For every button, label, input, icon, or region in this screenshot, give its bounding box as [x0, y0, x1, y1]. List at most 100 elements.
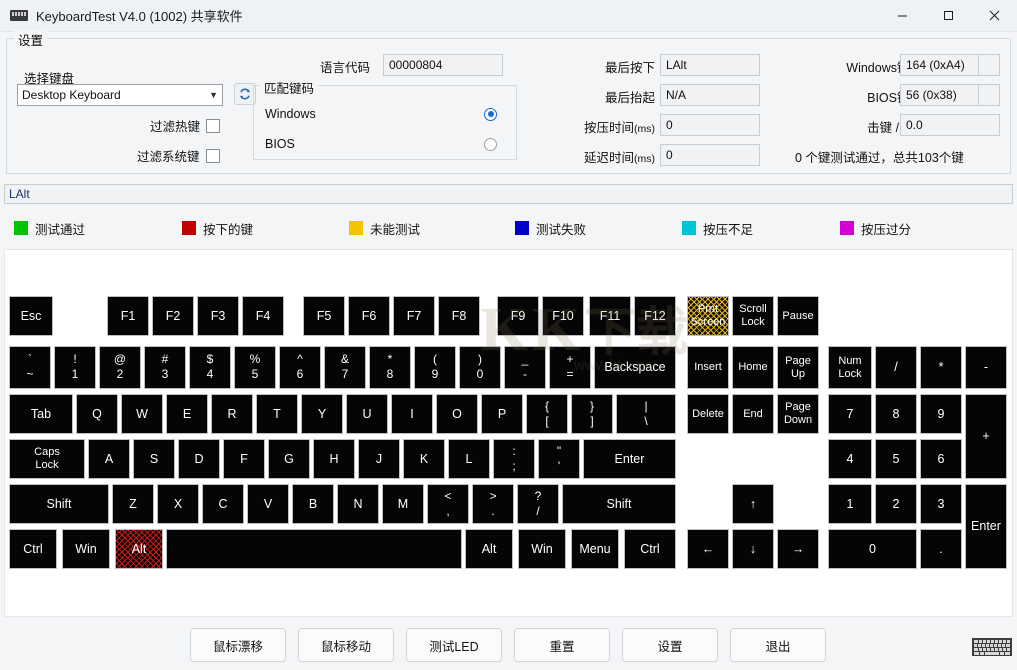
key-backspace[interactable]: Backspace [594, 346, 676, 389]
key-7[interactable]: 7 [828, 394, 872, 434]
key-8[interactable]: *8 [369, 346, 411, 389]
key-o[interactable]: O [436, 394, 478, 434]
filter-systemkeys-row[interactable]: 过滤系统键 [137, 146, 220, 165]
key-win[interactable]: Win [518, 529, 566, 569]
lang-code-field[interactable]: 00000804 [383, 54, 503, 76]
bios-keycode-field[interactable]: 56 (0x38) [900, 84, 982, 106]
key-7[interactable]: &7 [324, 346, 366, 389]
minimize-icon[interactable] [879, 0, 925, 32]
key-r[interactable]: R [211, 394, 253, 434]
key-3[interactable]: #3 [144, 346, 186, 389]
key-scroll-lock[interactable]: Scroll Lock [732, 296, 774, 336]
last-down-field[interactable]: LAlt [660, 54, 760, 76]
key-e[interactable]: E [166, 394, 208, 434]
key-key[interactable]: `~ [9, 346, 51, 389]
windows-keycode-extra-field[interactable] [978, 54, 1000, 76]
key-page-up[interactable]: Page Up [777, 346, 819, 389]
key-4[interactable]: $4 [189, 346, 231, 389]
bios-keycode-extra-field[interactable] [978, 84, 1000, 106]
key-key[interactable]: + [965, 394, 1007, 479]
close-icon[interactable] [971, 0, 1017, 32]
key-m[interactable]: M [382, 484, 424, 524]
filter-hotkeys-row[interactable]: 过滤热键 [150, 116, 220, 135]
windows-keycode-field[interactable]: 164 (0xA4) [900, 54, 982, 76]
bottom-button-4[interactable]: 重置 [514, 628, 610, 662]
key-j[interactable]: J [358, 439, 400, 479]
key-u[interactable]: U [346, 394, 388, 434]
key-key[interactable]: ↑ [732, 484, 774, 524]
key-key[interactable]: <, [427, 484, 469, 524]
key--[interactable]: _- [504, 346, 546, 389]
key-enter[interactable]: Enter [965, 484, 1007, 569]
keystrokes-field[interactable]: 0.0 [900, 114, 1000, 136]
key-alt[interactable]: Alt [115, 529, 163, 569]
key-insert[interactable]: Insert [687, 346, 729, 389]
key-f10[interactable]: F10 [542, 296, 584, 336]
key-f9[interactable]: F9 [497, 296, 539, 336]
key-page-down[interactable]: Page Down [777, 394, 819, 434]
key-tab[interactable]: Tab [9, 394, 73, 434]
key-prnt-screen[interactable]: Prnt Screen [687, 296, 729, 336]
key-key[interactable]: ↓ [732, 529, 774, 569]
key-f12[interactable]: F12 [634, 296, 676, 336]
key-f11[interactable]: F11 [589, 296, 631, 336]
key-9[interactable]: 9 [920, 394, 962, 434]
key-1[interactable]: 1 [828, 484, 872, 524]
key-b[interactable]: B [292, 484, 334, 524]
key-d[interactable]: D [178, 439, 220, 479]
key-key[interactable]: :; [493, 439, 535, 479]
key-key[interactable]: * [920, 346, 962, 389]
last-up-field[interactable]: N/A [660, 84, 760, 106]
key-caps-lock[interactable]: Caps Lock [9, 439, 85, 479]
key-l[interactable]: L [448, 439, 490, 479]
key-2[interactable]: @2 [99, 346, 141, 389]
key-6[interactable]: 6 [920, 439, 962, 479]
key-delete[interactable]: Delete [687, 394, 729, 434]
delay-time-field[interactable]: 0 [660, 144, 760, 166]
key-3[interactable]: 3 [920, 484, 962, 524]
key-t[interactable]: T [256, 394, 298, 434]
key-0[interactable]: 0 [828, 529, 917, 569]
key-f1[interactable]: F1 [107, 296, 149, 336]
key-end[interactable]: End [732, 394, 774, 434]
key-a[interactable]: A [88, 439, 130, 479]
key-key[interactable]: → [777, 529, 819, 569]
key-space[interactable] [166, 529, 462, 569]
key-q[interactable]: Q [76, 394, 118, 434]
key-4[interactable]: 4 [828, 439, 872, 479]
key-menu[interactable]: Menu [571, 529, 619, 569]
key-n[interactable]: N [337, 484, 379, 524]
key-x[interactable]: X [157, 484, 199, 524]
key-home[interactable]: Home [732, 346, 774, 389]
key-v[interactable]: V [247, 484, 289, 524]
key-g[interactable]: G [268, 439, 310, 479]
key-key[interactable]: ?/ [517, 484, 559, 524]
key-ctrl[interactable]: Ctrl [9, 529, 57, 569]
keyboard-select[interactable]: Desktop Keyboard ▼ [17, 84, 223, 106]
key-6[interactable]: ^6 [279, 346, 321, 389]
bottom-button-3[interactable]: 测试LED [406, 628, 502, 662]
key-p[interactable]: P [481, 394, 523, 434]
key-5[interactable]: 5 [875, 439, 917, 479]
press-time-field[interactable]: 0 [660, 114, 760, 136]
key-key[interactable]: += [549, 346, 591, 389]
key-enter[interactable]: Enter [583, 439, 676, 479]
key-h[interactable]: H [313, 439, 355, 479]
key-esc[interactable]: Esc [9, 296, 53, 336]
key-i[interactable]: I [391, 394, 433, 434]
radio-windows-row[interactable]: Windows [265, 107, 497, 121]
key-s[interactable]: S [133, 439, 175, 479]
bottom-button-2[interactable]: 鼠标移动 [298, 628, 394, 662]
key-2[interactable]: 2 [875, 484, 917, 524]
key-f5[interactable]: F5 [303, 296, 345, 336]
key-win[interactable]: Win [62, 529, 110, 569]
key-8[interactable]: 8 [875, 394, 917, 434]
filter-systemkeys-checkbox[interactable] [206, 149, 220, 163]
key-key[interactable]: "' [538, 439, 580, 479]
filter-hotkeys-checkbox[interactable] [206, 119, 220, 133]
radio-bios-row[interactable]: BIOS [265, 137, 497, 151]
maximize-icon[interactable] [925, 0, 971, 32]
key-pause[interactable]: Pause [777, 296, 819, 336]
key-key[interactable]: |\ [616, 394, 676, 434]
bottom-button-1[interactable]: 鼠标漂移 [190, 628, 286, 662]
